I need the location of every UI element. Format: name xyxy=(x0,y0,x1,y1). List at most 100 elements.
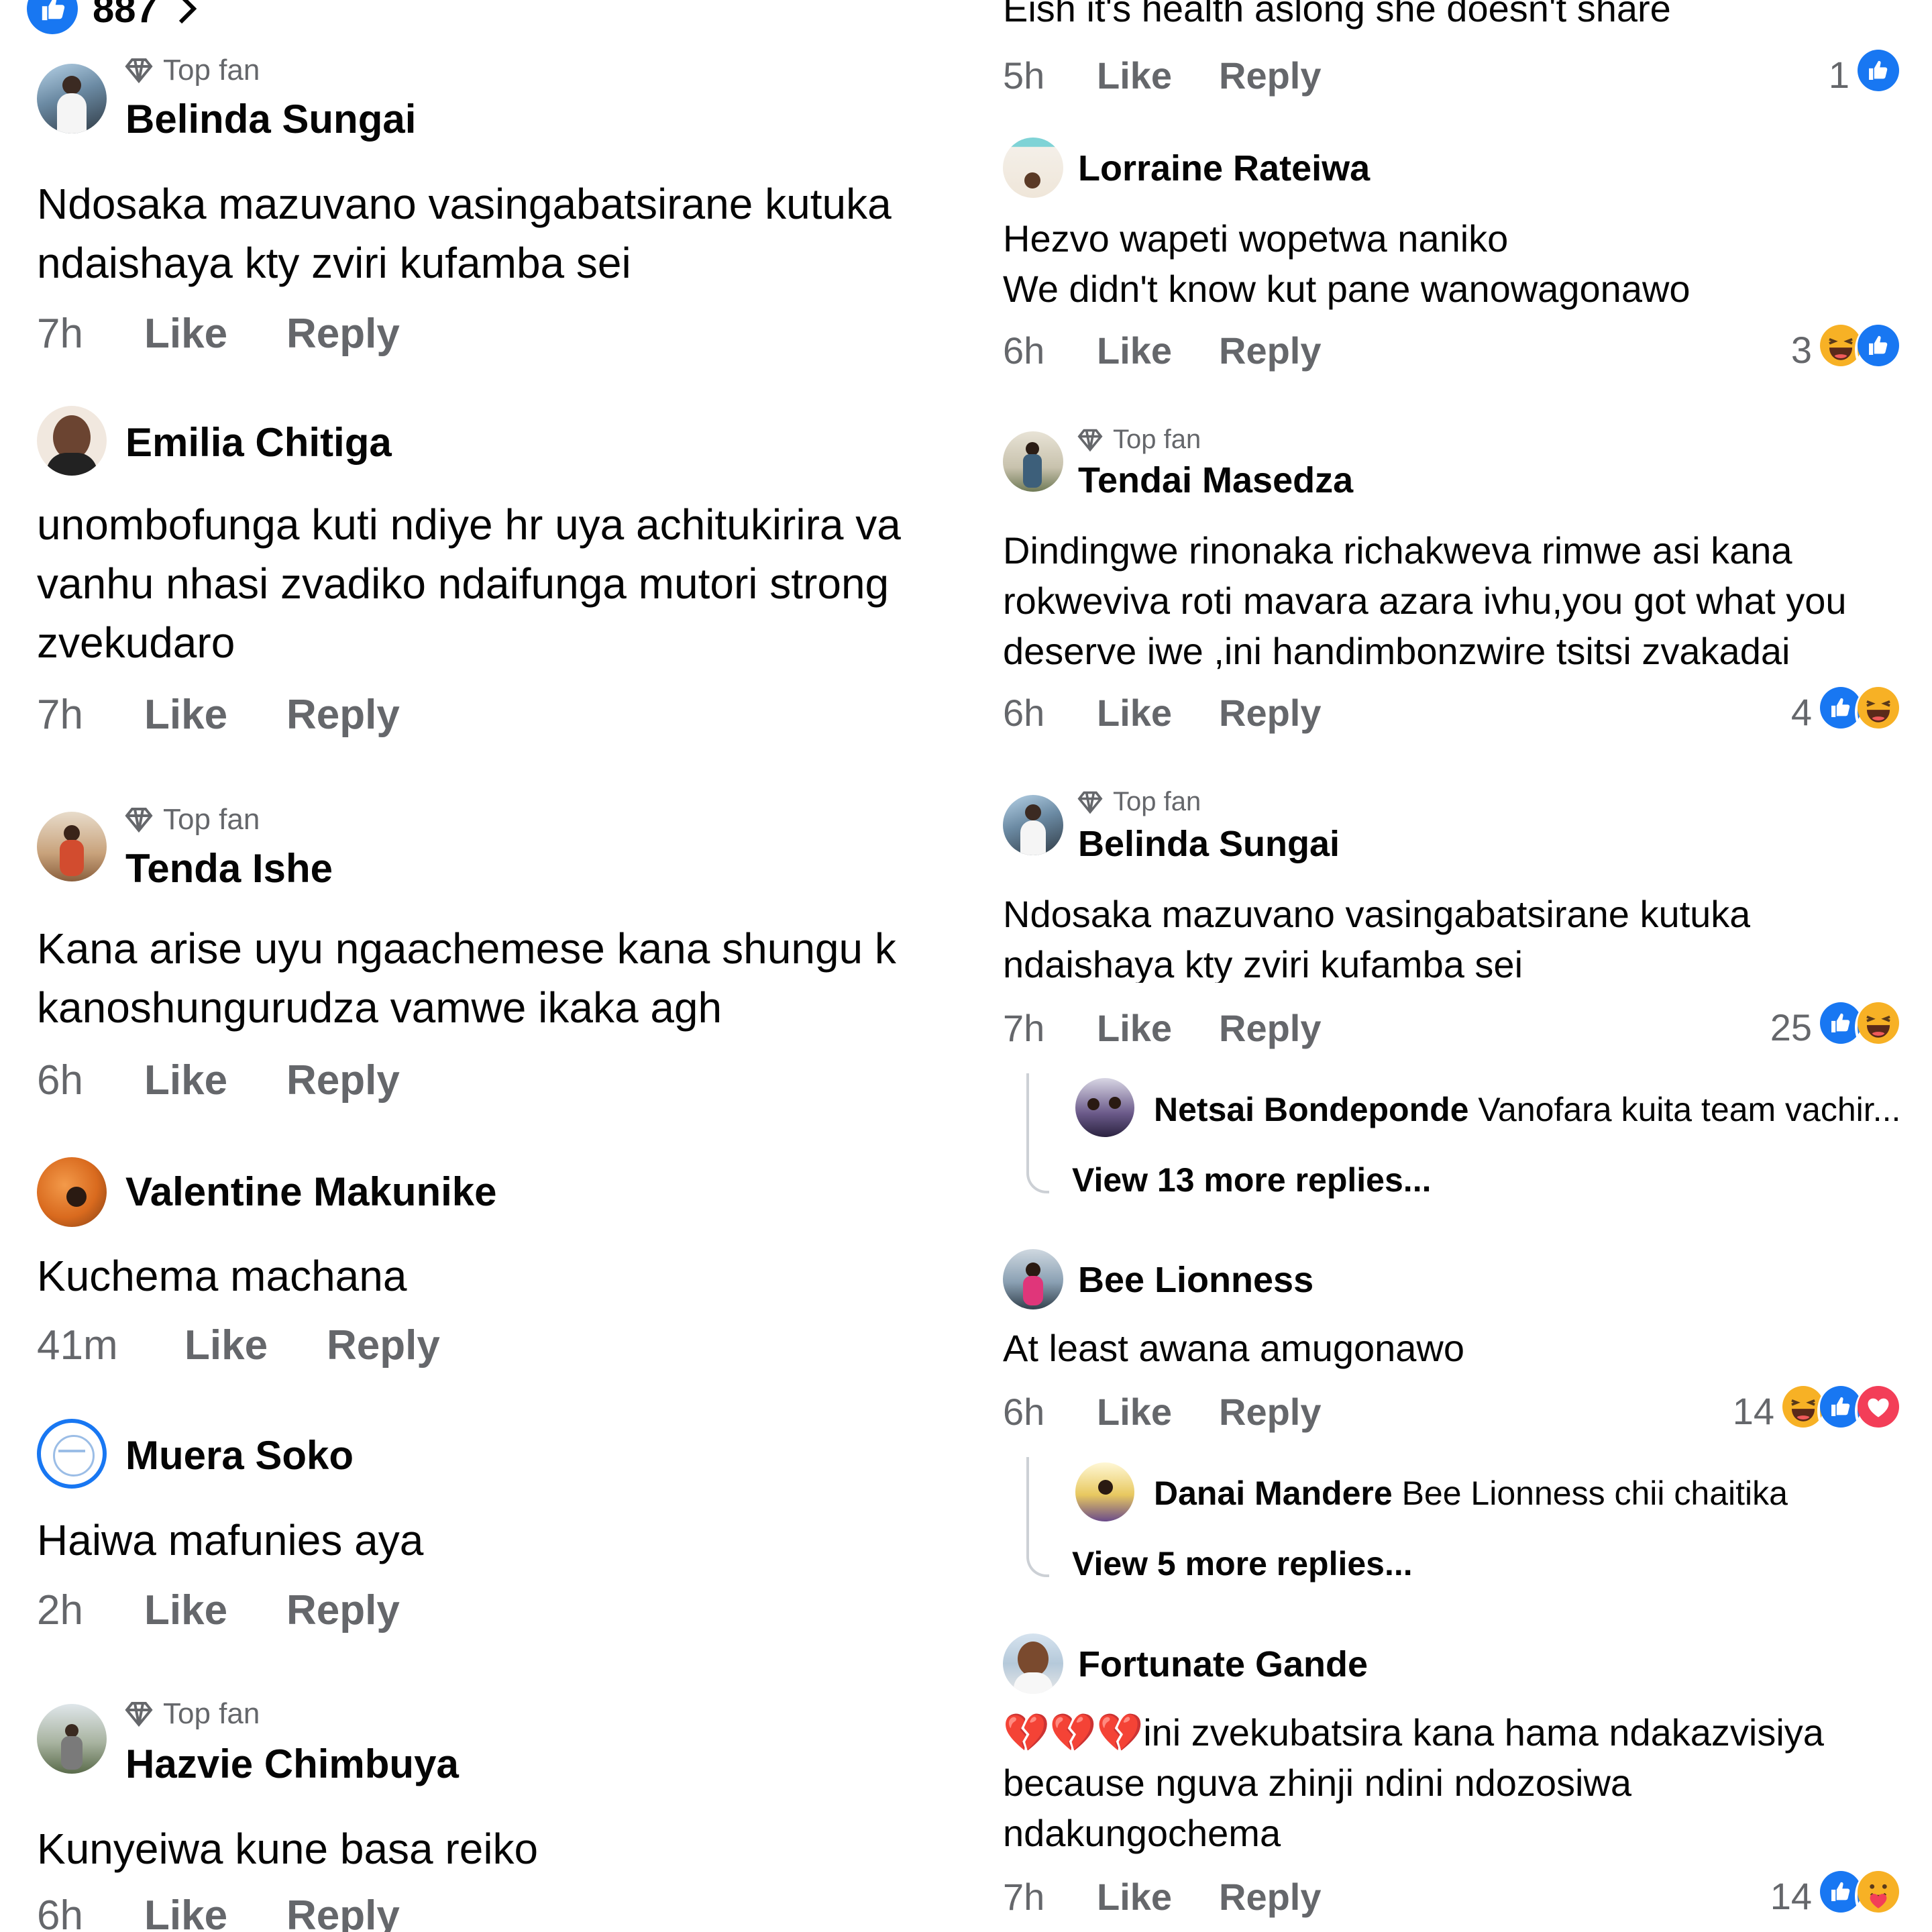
reaction-count[interactable]: 1 xyxy=(1829,47,1902,103)
comment-timestamp: 7h xyxy=(1003,1007,1045,1049)
reply-thread-line xyxy=(1026,1073,1049,1193)
reply-button[interactable]: Reply xyxy=(1219,329,1322,372)
haha-reaction-icon xyxy=(1855,684,1902,740)
like-button[interactable]: Like xyxy=(1097,54,1172,97)
commenter-name[interactable]: Belinda Sungai xyxy=(125,96,416,142)
avatar[interactable] xyxy=(1003,431,1063,492)
diamond-icon xyxy=(1077,429,1103,451)
reply-button[interactable]: Reply xyxy=(1219,1875,1322,1919)
diamond-icon xyxy=(125,1702,153,1727)
like-button[interactable]: Like xyxy=(144,1587,227,1634)
like-button[interactable]: Like xyxy=(184,1322,268,1369)
comment-text: Ndosaka mazuvano vasingabatsirane kutuka… xyxy=(1003,893,1751,983)
reply-button[interactable]: Reply xyxy=(286,310,400,358)
commenter-name[interactable]: Tenda Ishe xyxy=(125,845,333,892)
reply-button[interactable]: Reply xyxy=(286,1057,400,1104)
view-more-replies-link[interactable]: View 13 more replies... xyxy=(1072,1161,1431,1199)
diamond-icon xyxy=(1077,791,1103,814)
reply-button[interactable]: Reply xyxy=(1219,691,1322,735)
reply-text: Vanofara kuita team vachir... xyxy=(1478,1091,1901,1128)
comment-text: At least awana amugonawo xyxy=(1003,1327,1464,1369)
avatar[interactable] xyxy=(1003,1249,1063,1309)
commenter-name[interactable]: Valentine Makunike xyxy=(125,1169,497,1215)
like-reaction-icon xyxy=(1855,47,1902,103)
top-fan-badge: Top fan xyxy=(1077,787,1201,817)
reaction-icons xyxy=(1817,322,1902,378)
avatar[interactable] xyxy=(37,1704,107,1774)
reply-author: Netsai Bondeponde xyxy=(1154,1091,1469,1128)
avatar[interactable] xyxy=(1003,795,1063,855)
commenter-name[interactable]: Bee Lionness xyxy=(1078,1259,1313,1301)
reply-button[interactable]: Reply xyxy=(286,1892,400,1932)
comment-text: Kuchema machana xyxy=(37,1252,407,1300)
reply-button[interactable]: Reply xyxy=(1219,1006,1322,1050)
reply-button[interactable]: Reply xyxy=(327,1322,440,1369)
reply-thread-line xyxy=(1026,1457,1049,1577)
avatar[interactable] xyxy=(37,1157,107,1227)
reaction-count[interactable]: 3 xyxy=(1791,322,1902,378)
commenter-name[interactable]: Muera Soko xyxy=(125,1432,354,1479)
avatar[interactable] xyxy=(1075,1078,1134,1137)
like-button[interactable]: Like xyxy=(144,1057,227,1104)
like-button[interactable]: Like xyxy=(144,691,227,739)
reaction-icons xyxy=(1817,684,1902,740)
broken-heart-emoji: 💔💔💔 xyxy=(1003,1711,1144,1754)
top-fan-badge: Top fan xyxy=(124,803,260,837)
reaction-icons xyxy=(1817,1000,1902,1055)
diamond-icon xyxy=(125,808,153,833)
comment-timestamp: 7h xyxy=(37,692,83,738)
commenter-name[interactable]: Belinda Sungai xyxy=(1078,823,1340,865)
reply-button[interactable]: Reply xyxy=(286,691,400,739)
reaction-icons xyxy=(1780,1383,1902,1439)
haha-reaction-icon xyxy=(1855,1000,1902,1055)
comments-column-left: Top fan Belinda Sungai Ndosaka mazuvano … xyxy=(0,0,976,1932)
like-button[interactable]: Like xyxy=(1097,691,1172,735)
reply-button[interactable]: Reply xyxy=(1219,1390,1322,1434)
reaction-count[interactable]: 25 xyxy=(1770,1000,1902,1055)
view-more-replies-link[interactable]: View 5 more replies... xyxy=(1072,1544,1413,1583)
comment-timestamp: 7h xyxy=(1003,1876,1045,1918)
like-button[interactable]: Like xyxy=(1097,1390,1172,1434)
comment-text: Kana arise uyu ngaachemese kana shungu k… xyxy=(37,924,896,1032)
reply-author: Danai Mandere xyxy=(1154,1474,1393,1512)
top-fan-badge: Top fan xyxy=(124,54,260,87)
commenter-name[interactable]: Fortunate Gande xyxy=(1078,1644,1368,1685)
comment-timestamp: 2h xyxy=(37,1587,83,1633)
like-button[interactable]: Like xyxy=(1097,1875,1172,1919)
reply-preview[interactable]: Netsai Bondeponde Vanofara kuita team va… xyxy=(1154,1090,1900,1129)
reaction-icons xyxy=(1855,47,1902,103)
comment-timestamp: 6h xyxy=(1003,329,1045,372)
comment-timestamp: 5h xyxy=(1003,54,1045,97)
commenter-name[interactable]: Hazvie Chimbuya xyxy=(125,1741,459,1787)
reply-button[interactable]: Reply xyxy=(286,1587,400,1634)
reaction-count[interactable]: 14 xyxy=(1733,1383,1902,1439)
reaction-count[interactable]: 14 xyxy=(1770,1868,1902,1924)
avatar[interactable] xyxy=(1075,1462,1134,1521)
commenter-name[interactable]: Emilia Chitiga xyxy=(125,419,392,466)
commenter-name[interactable]: Tendai Masedza xyxy=(1078,460,1353,501)
like-button[interactable]: Like xyxy=(1097,329,1172,372)
reaction-count[interactable]: 4 xyxy=(1791,684,1902,740)
avatar[interactable] xyxy=(37,1419,107,1489)
top-fan-badge: Top fan xyxy=(1077,425,1201,455)
diamond-icon xyxy=(125,58,153,84)
like-button[interactable]: Like xyxy=(144,310,227,358)
comment-text: Haiwa mafunies aya xyxy=(37,1516,424,1564)
reaction-icons xyxy=(1817,1868,1902,1924)
comment-text: Kunyeiwa kune basa reiko xyxy=(37,1825,539,1873)
care-reaction-icon xyxy=(1855,1868,1902,1924)
comment-timestamp: 6h xyxy=(37,1057,83,1104)
reply-button[interactable]: Reply xyxy=(1219,54,1322,97)
commenter-name[interactable]: Lorraine Rateiwa xyxy=(1078,148,1370,189)
avatar[interactable] xyxy=(1003,138,1063,198)
comment-text: Dindingwe rinonaka richakweva rimwe asi … xyxy=(1003,529,1847,672)
like-button[interactable]: Like xyxy=(144,1892,227,1932)
avatar[interactable] xyxy=(37,64,107,133)
avatar[interactable] xyxy=(1003,1633,1063,1694)
like-button[interactable]: Like xyxy=(1097,1006,1172,1050)
reply-preview[interactable]: Danai Mandere Bee Lionness chii chaitika xyxy=(1154,1474,1788,1513)
avatar[interactable] xyxy=(37,812,107,881)
avatar[interactable] xyxy=(37,406,107,476)
comments-column-right: Eish it's health aslong she doesn't shar… xyxy=(976,0,1932,1932)
comment-timestamp: 6h xyxy=(37,1892,83,1932)
